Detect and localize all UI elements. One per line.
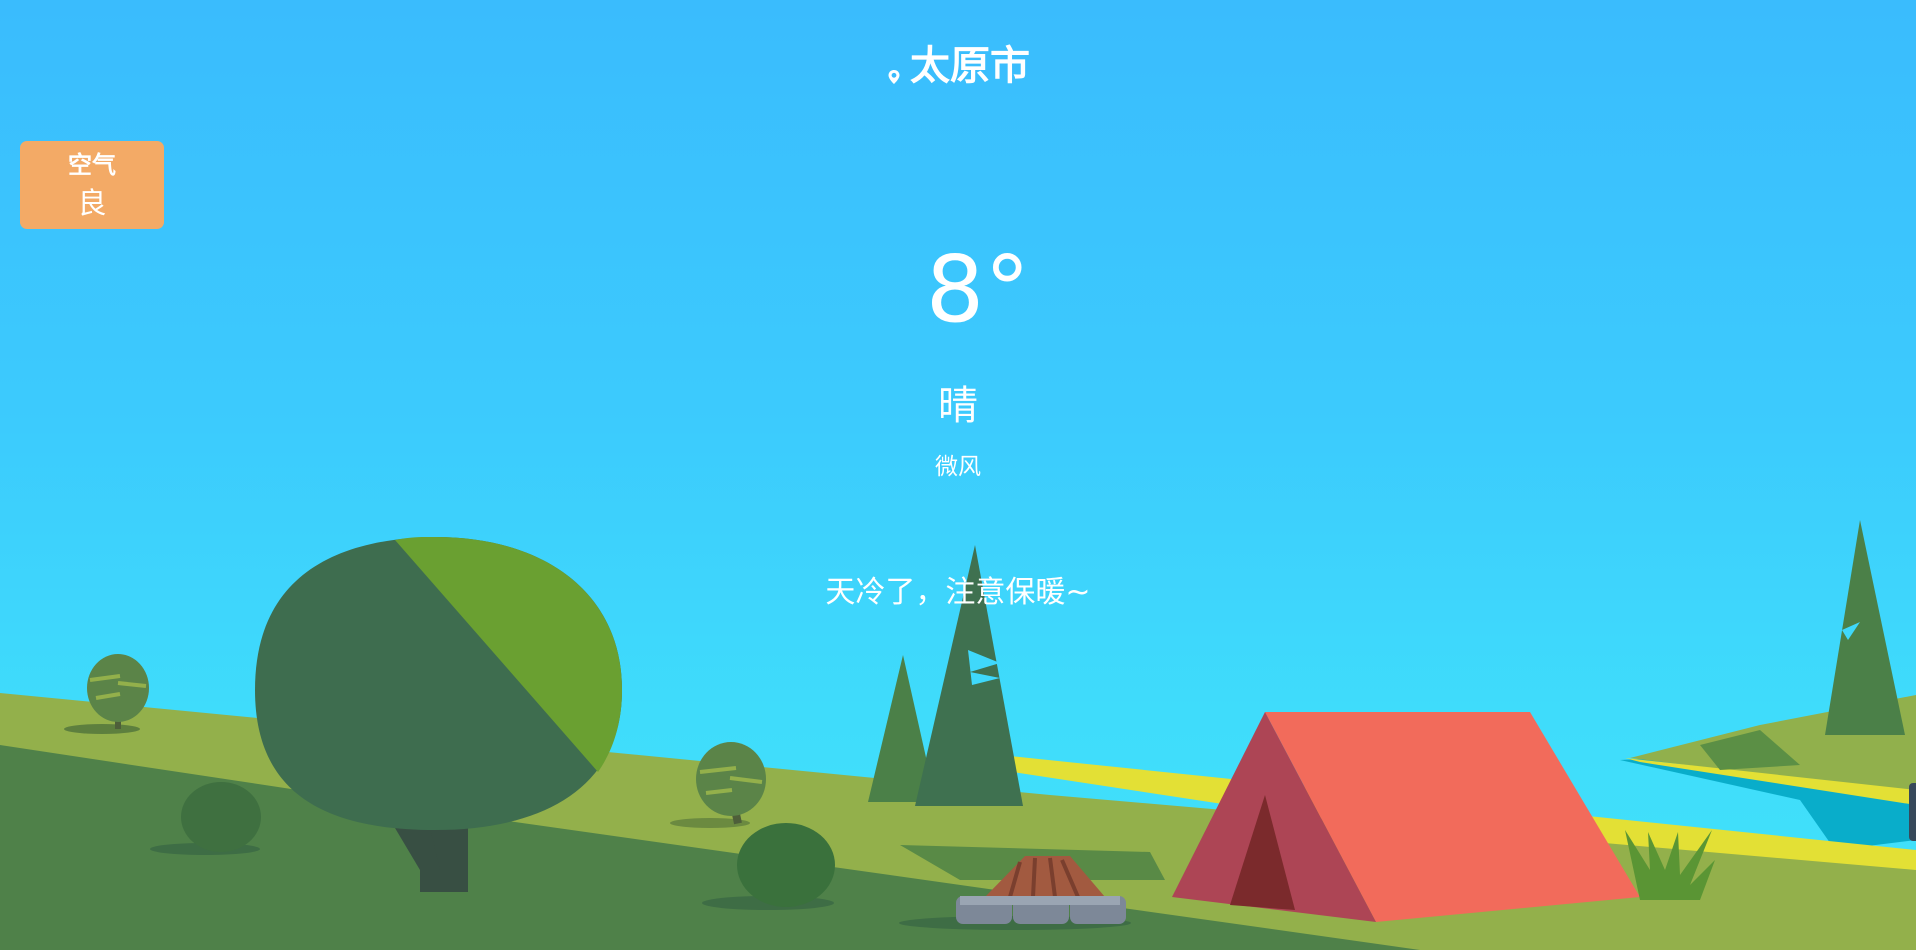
campfire-stone-top	[960, 896, 1120, 905]
small-tree-shadow	[64, 724, 140, 734]
location-header: 太原市	[0, 40, 1916, 92]
location-pin-icon	[888, 70, 900, 84]
city-name[interactable]: 太原市	[910, 43, 1030, 89]
temperature: 8°	[925, 236, 1031, 343]
wind-level: 微风	[935, 454, 981, 480]
small-tree-crown	[87, 654, 149, 722]
bush-left	[181, 782, 261, 852]
weather-app: 太原市 空气 良 8° 晴 微风 天冷了，注意保暖~	[0, 0, 1916, 950]
bush-mid	[737, 823, 835, 907]
air-quality-badge[interactable]: 空气 良	[20, 141, 164, 229]
air-quality-value: 良	[77, 186, 107, 220]
weather-condition: 晴	[938, 383, 978, 429]
air-quality-label: 空气	[68, 151, 116, 179]
weather-tip: 天冷了，注意保暖~	[825, 575, 1091, 610]
side-drawer-handle[interactable]	[1909, 783, 1916, 841]
pine-tree-right	[1825, 520, 1905, 735]
